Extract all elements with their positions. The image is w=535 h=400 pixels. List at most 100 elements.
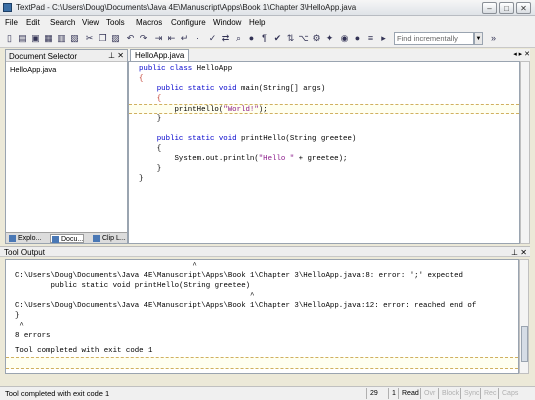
tool-output-header: Tool Output ⊥ ✕: [0, 246, 530, 257]
outdent-icon[interactable]: ⇤: [166, 33, 177, 44]
menu-search[interactable]: Search: [50, 18, 75, 27]
clip-library-icon: [93, 235, 100, 242]
close-button[interactable]: ✕: [516, 2, 531, 14]
code-line: public static void main(String[] args): [156, 85, 326, 93]
tool-output-scrollbar[interactable]: [519, 259, 529, 374]
word-wrap-icon[interactable]: ↵: [179, 33, 190, 44]
menu-configure[interactable]: Configure: [171, 18, 206, 27]
compare-icon[interactable]: ⇄: [220, 33, 231, 44]
status-overwrite: Ovr: [420, 388, 435, 399]
menu-tools[interactable]: Tools: [106, 18, 125, 27]
document-selector-panel: Document Selector ⊥ ✕ HelloApp.java Expl…: [5, 49, 128, 244]
playback-macro-icon[interactable]: ●: [352, 33, 363, 44]
open-folder-icon[interactable]: ▤: [17, 33, 28, 44]
code-line: }: [139, 175, 144, 183]
document-item[interactable]: HelloApp.java: [10, 65, 56, 74]
code-editor[interactable]: public class HelloApp { public static vo…: [128, 61, 520, 244]
menu-window[interactable]: Window: [213, 18, 241, 27]
pin-icon[interactable]: ⊥: [511, 248, 518, 257]
output-line: ^: [15, 292, 255, 300]
code-line: System.out.println("Hello " + greetee);: [139, 155, 348, 163]
copy-icon[interactable]: ❐: [97, 33, 108, 44]
toolbar: ▯ ▤ ▣ ▦ ▥ ▧ ✂ ❐ ▨ ↶ ↷ ⇥ ⇤ ↵ · ✓ ⇄ ⌕ ● ¶ …: [0, 30, 535, 48]
editor-tab-strip: HelloApp.java ◂ ▸ ✕: [128, 49, 530, 61]
status-read-mode: Read: [398, 388, 419, 399]
window-title: TextPad - C:\Users\Doug\Documents\Java 4…: [16, 3, 357, 12]
pin-icon[interactable]: ⊥: [108, 51, 115, 60]
code-line: {: [139, 75, 144, 83]
find-icon[interactable]: ⌕: [233, 33, 244, 44]
document-selector-title: Document Selector: [9, 52, 78, 61]
menu-bar: File Edit Search View Tools Macros Confi…: [0, 16, 535, 30]
scrollbar-thumb[interactable]: [521, 326, 528, 362]
sort-icon[interactable]: ⇅: [285, 33, 296, 44]
save-all-icon[interactable]: ▦: [43, 33, 54, 44]
find-dropdown-icon[interactable]: ▼: [474, 32, 483, 45]
tab-clip-library[interactable]: Clip L...: [92, 234, 126, 243]
tab-helloapp-java[interactable]: HelloApp.java: [130, 49, 190, 61]
title-bar: TextPad - C:\Users\Doug\Documents\Java 4…: [0, 0, 535, 16]
explorer-icon: [9, 235, 16, 242]
paste-icon[interactable]: ▨: [110, 33, 121, 44]
new-file-icon[interactable]: ▯: [4, 33, 15, 44]
menu-edit[interactable]: Edit: [26, 18, 40, 27]
tab-scroll-controls[interactable]: ◂ ▸ ✕: [513, 50, 530, 58]
checkmark-icon[interactable]: ✔: [272, 33, 283, 44]
indent-icon[interactable]: ⇥: [153, 33, 164, 44]
web-icon[interactable]: ●: [246, 33, 257, 44]
spell-check-icon[interactable]: ✓: [207, 33, 218, 44]
status-bar: Tool completed with exit code 1 29 1 Rea…: [0, 386, 535, 400]
output-line[interactable]: C:\Users\Doug\Documents\Java 4E\Manuscri…: [15, 301, 476, 311]
replace-icon[interactable]: ⌥: [298, 33, 309, 44]
status-block: Block: [438, 388, 459, 399]
run-icon[interactable]: ✦: [324, 33, 335, 44]
save-icon[interactable]: ▣: [30, 33, 41, 44]
status-caps: Caps: [498, 388, 518, 399]
status-sync: Sync: [460, 388, 480, 399]
close-panel-icon[interactable]: ✕: [520, 248, 527, 257]
tab-documents[interactable]: Docu...: [50, 234, 85, 243]
output-line: 8 errors: [15, 332, 51, 340]
documents-icon: [52, 236, 59, 243]
textpad-app-icon: [3, 3, 12, 12]
maximize-button[interactable]: □: [499, 2, 514, 14]
code-line: {: [139, 145, 162, 153]
record-macro-icon[interactable]: ◉: [339, 33, 350, 44]
minimize-button[interactable]: –: [482, 2, 497, 14]
code-line: {: [139, 95, 162, 103]
toolbar-overflow-icon[interactable]: »: [488, 33, 499, 44]
output-line: ^: [15, 262, 197, 270]
status-column-number: 1: [388, 388, 396, 399]
print-preview-icon[interactable]: ▧: [69, 33, 80, 44]
output-line: }: [15, 312, 20, 320]
code-line: }: [139, 165, 162, 173]
undo-icon[interactable]: ↶: [125, 33, 136, 44]
current-code-line: printHello("World!");: [129, 104, 519, 114]
cut-icon[interactable]: ✂: [84, 33, 95, 44]
output-line[interactable]: C:\Users\Doug\Documents\Java 4E\Manuscri…: [15, 271, 463, 281]
status-message: Tool completed with exit code 1: [5, 389, 110, 398]
paragraph-icon[interactable]: ¶: [259, 33, 270, 44]
status-record: Rec: [480, 388, 496, 399]
menu-help[interactable]: Help: [249, 18, 265, 27]
find-incrementally-input[interactable]: Find incrementally: [394, 32, 474, 45]
fast-forward-icon[interactable]: ▸: [378, 33, 389, 44]
tool-output-panel[interactable]: ^ C:\Users\Doug\Documents\Java 4E\Manusc…: [5, 259, 519, 374]
document-selector-tabs: Explo... Docu... Clip L...: [6, 232, 127, 243]
tab-explorer[interactable]: Explo...: [8, 234, 41, 243]
visible-spaces-icon[interactable]: ·: [192, 33, 203, 44]
code-line: public class HelloApp: [139, 65, 233, 73]
editor-scrollbar[interactable]: [520, 61, 530, 244]
menu-macros[interactable]: Macros: [136, 18, 162, 27]
compile-icon[interactable]: ⚙: [311, 33, 322, 44]
close-panel-icon[interactable]: ✕: [117, 51, 124, 60]
macro-list-icon[interactable]: ≡: [365, 33, 376, 44]
menu-file[interactable]: File: [5, 18, 18, 27]
menu-view[interactable]: View: [82, 18, 99, 27]
window-controls: – □ ✕: [482, 2, 531, 14]
redo-icon[interactable]: ↷: [138, 33, 149, 44]
code-line: public static void printHello(String gre…: [156, 135, 357, 143]
output-line: ^: [15, 322, 24, 330]
current-output-line-highlight: [6, 357, 518, 369]
print-icon[interactable]: ▥: [56, 33, 67, 44]
